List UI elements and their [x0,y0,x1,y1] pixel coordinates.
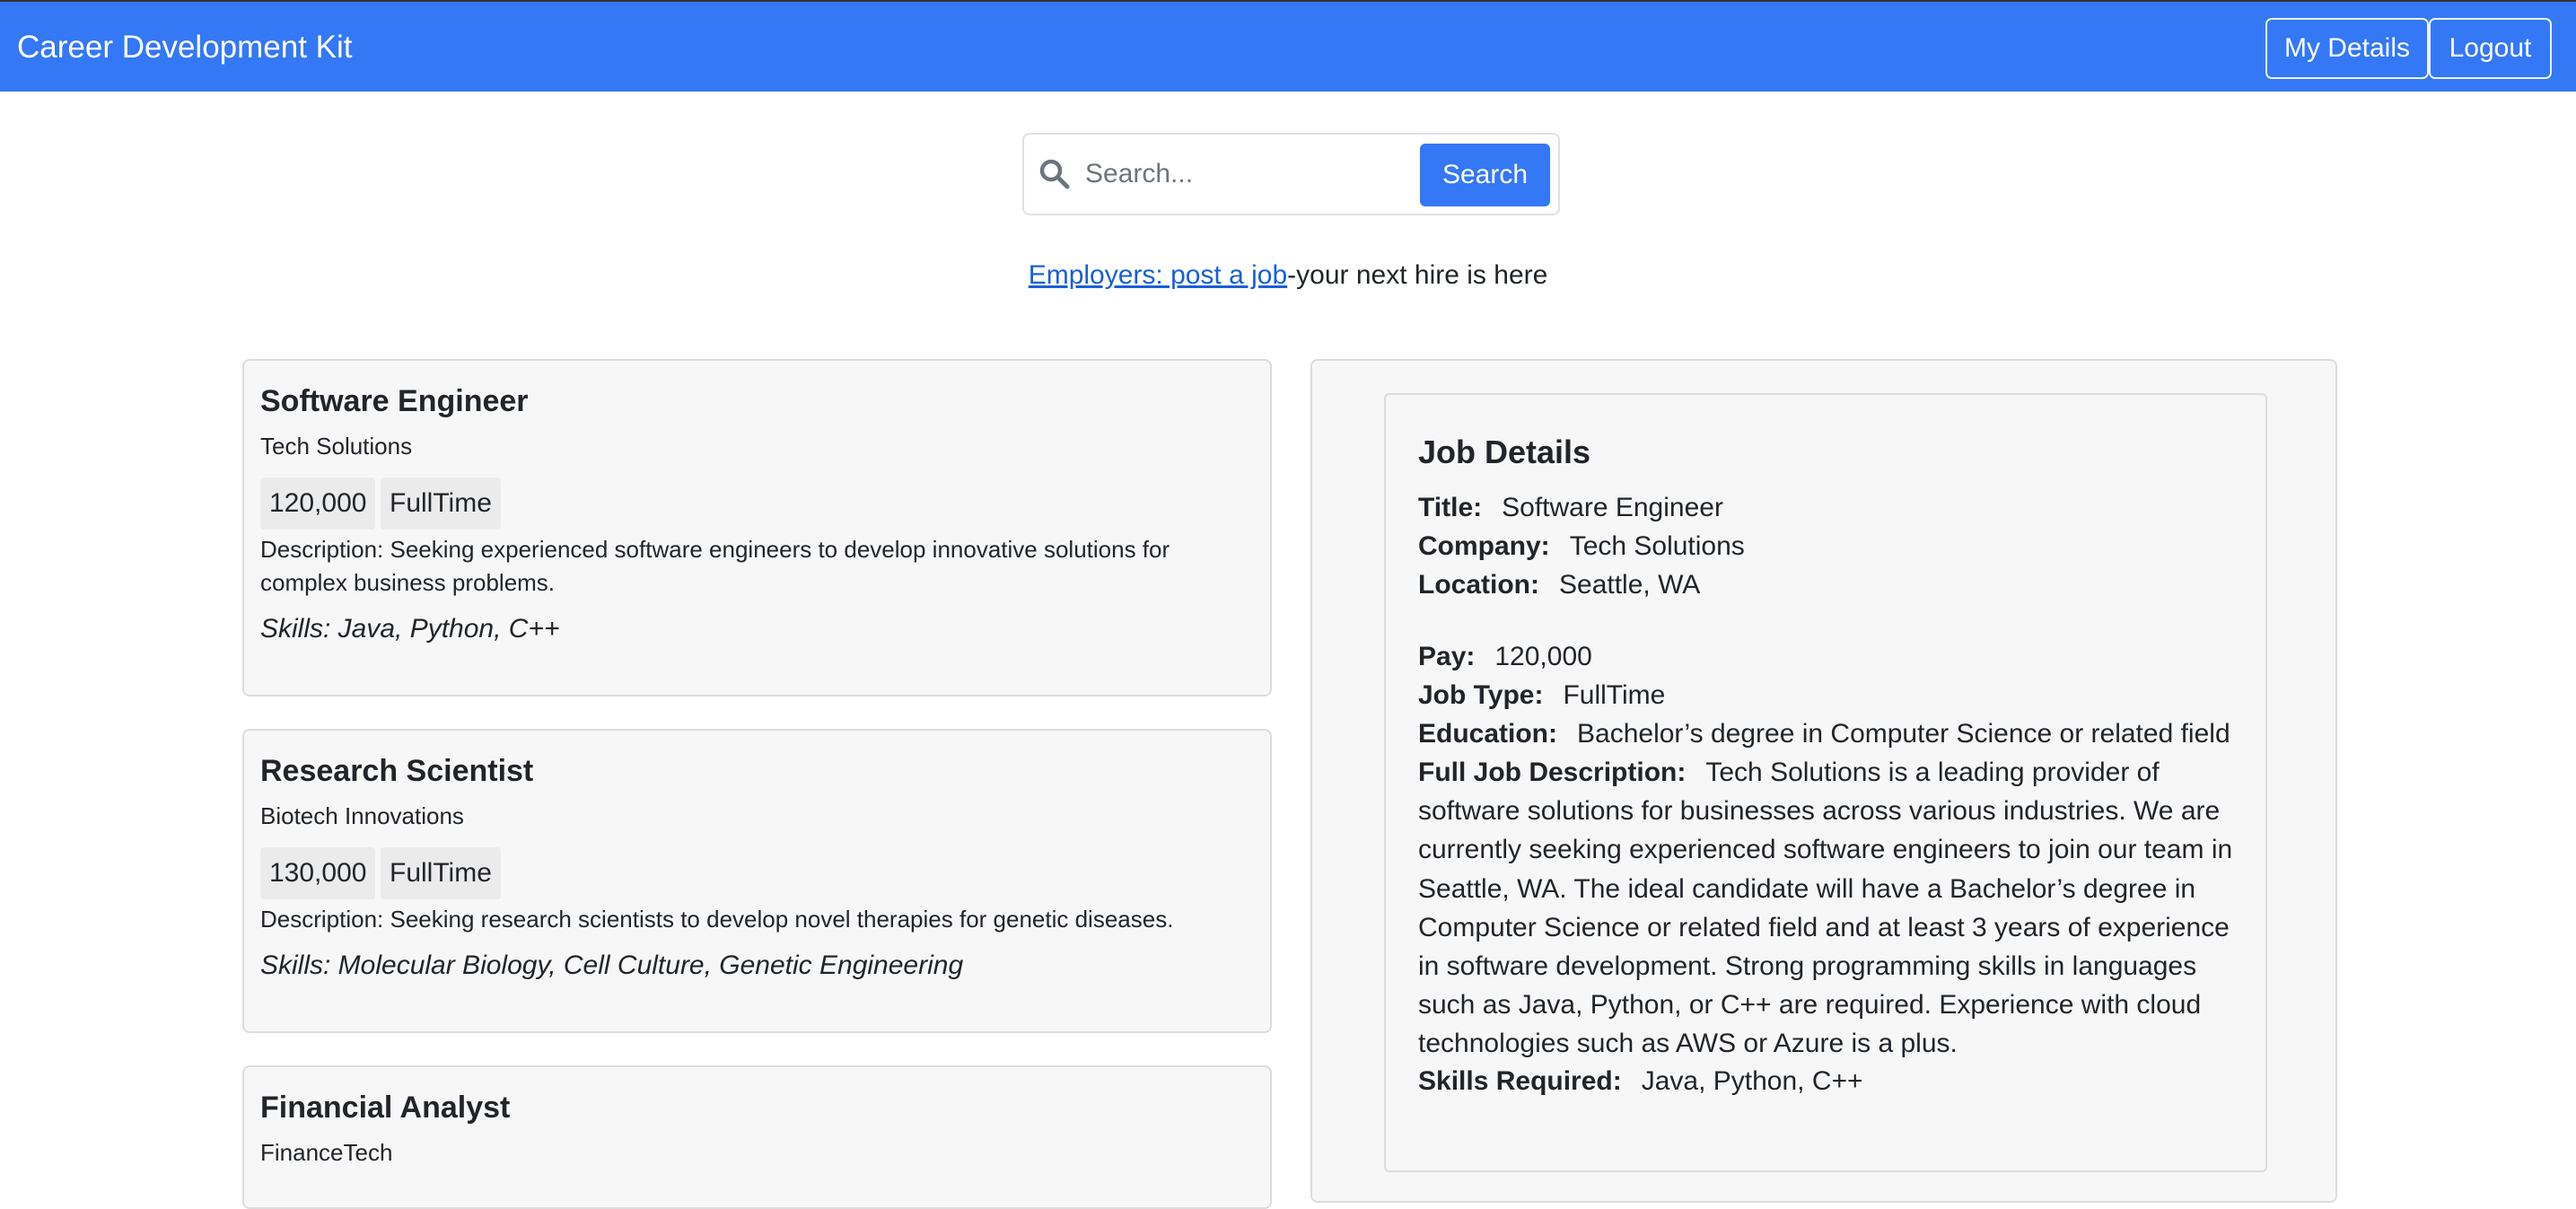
detail-value: FullTime [1563,680,1666,710]
detail-value: Java, Python, C++ [1641,1066,1863,1096]
job-card[interactable]: Software Engineer Tech Solutions 120,000… [242,359,1272,696]
brand-title[interactable]: Career Development Kit [17,29,353,66]
navbar: Career Development Kit My Details Logout [0,0,2576,92]
job-skills: Skills: Java, Python, C++ [260,614,560,644]
detail-label: Full Job Description: [1418,758,1687,787]
detail-location: Location: Seattle, WA [1418,565,1700,604]
job-details-card: Job Details Title: Software Engineer Comp… [1384,393,2267,1172]
job-description: Description: Seeking experienced softwar… [260,536,1170,596]
detail-label: Company: [1418,531,1550,561]
job-company: Tech Solutions [260,433,413,460]
search-button[interactable]: Search [1420,144,1550,206]
job-title: Software Engineer [260,384,529,418]
job-company: Biotech Innovations [260,802,464,829]
search-input[interactable] [1083,147,1424,201]
my-details-button[interactable]: My Details [2265,18,2429,79]
job-type-badge: FullTime [381,847,501,899]
detail-label: Education: [1418,719,1557,749]
detail-value: Seattle, WA [1559,570,1701,600]
job-details-panel: Job Details Title: Software Engineer Comp… [1310,359,2337,1203]
job-description: Description: Seeking research scientists… [260,906,1174,933]
detail-label: Pay: [1418,642,1476,671]
detail-skills: Skills Required: Java, Python, C++ [1418,1062,1863,1100]
detail-label: Location: [1418,570,1539,600]
detail-value: Bachelor’s degree in Computer Science or… [1577,719,2230,749]
detail-company: Company: Tech Solutions [1418,527,1745,565]
search-icon [1037,156,1073,192]
logout-button[interactable]: Logout [2429,18,2552,79]
job-company: FinanceTech [260,1139,393,1166]
pay-badge: 130,000 [260,847,376,899]
detail-label: Title: [1418,493,1483,522]
pay-badge: 120,000 [260,477,376,530]
search-bar: Search [1022,133,1560,215]
detail-label: Job Type: [1418,680,1544,710]
job-type-badge: FullTime [381,477,501,530]
detail-pay: Pay: 120,000 [1418,637,1592,676]
job-card[interactable]: Financial Analyst FinanceTech [242,1065,1272,1209]
job-title: Financial Analyst [260,1091,511,1125]
detail-label: Skills Required: [1418,1066,1622,1096]
detail-value: 120,000 [1494,642,1592,671]
detail-education: Education: Bachelor’s degree in Computer … [1418,714,2230,753]
employer-banner: Employers: post a job-your next hire is … [0,258,2576,293]
job-skills: Skills: Molecular Biology, Cell Culture,… [260,951,964,980]
detail-value: Tech Solutions [1569,531,1745,561]
detail-title: Title: Software Engineer [1418,488,1723,527]
detail-value: Software Engineer [1502,493,1723,522]
detail-full-description: Full Job Description: Tech Solutions is a… [1418,753,2244,1064]
employer-tagline: -your next hire is here [1287,260,1548,290]
detail-value: Tech Solutions is a leading provider of … [1418,758,2233,1059]
details-heading: Job Details [1418,434,1591,470]
job-card[interactable]: Research Scientist Biotech Innovations 1… [242,729,1272,1033]
job-title: Research Scientist [260,754,534,788]
post-job-link[interactable]: Employers: post a job [1029,260,1287,290]
detail-job-type: Job Type: FullTime [1418,676,1665,714]
